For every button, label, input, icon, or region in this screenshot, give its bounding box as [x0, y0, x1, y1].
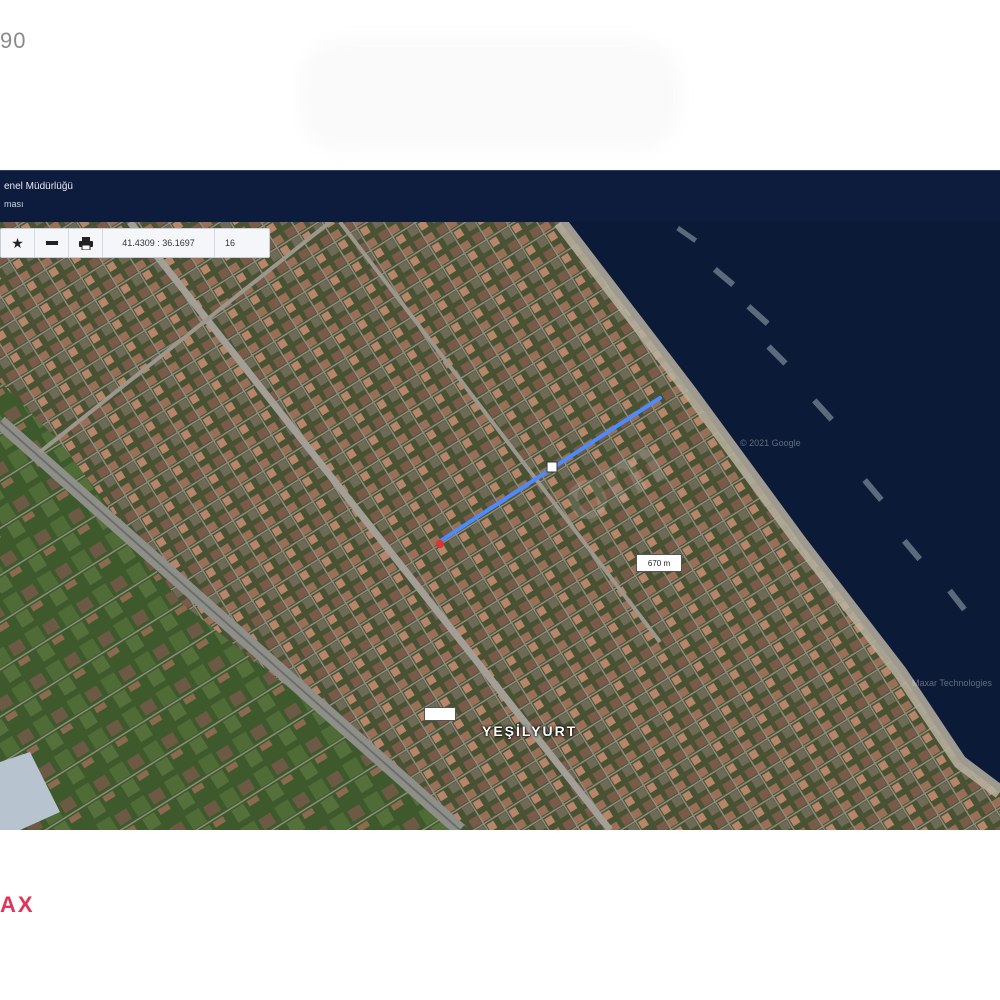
header-title: enel Müdürlüğü [4, 181, 73, 192]
distance-label: 670 m [636, 554, 682, 572]
corner-number: 90 [0, 28, 27, 53]
map-copyright-2: Maxar Technologies [912, 678, 992, 688]
zoom-level: 16 [224, 238, 235, 248]
top-watermark [300, 40, 680, 150]
coordinates-readout: 41.4309 : 36.1697 [103, 229, 215, 257]
printer-icon[interactable] [69, 229, 103, 257]
map-toolbar: ★ 41.4309 : 36.1697 16 [0, 228, 270, 258]
location-pin-icon [436, 540, 444, 548]
place-name: YEŞİLYURT [482, 723, 578, 739]
star-icon[interactable]: ★ [1, 229, 35, 257]
brand-logo: AX [0, 892, 35, 917]
printer-glyph [78, 236, 93, 250]
header-subtitle: ması [4, 199, 24, 209]
app-header: enel Müdürlüğü ması [0, 170, 1000, 222]
map-viewer: enel Müdürlüğü ması om © 2021 Google Max… [0, 170, 1000, 830]
minus-icon[interactable] [35, 229, 69, 257]
map-copyright-1: © 2021 Google [740, 438, 801, 448]
start-marker[interactable] [424, 707, 456, 721]
